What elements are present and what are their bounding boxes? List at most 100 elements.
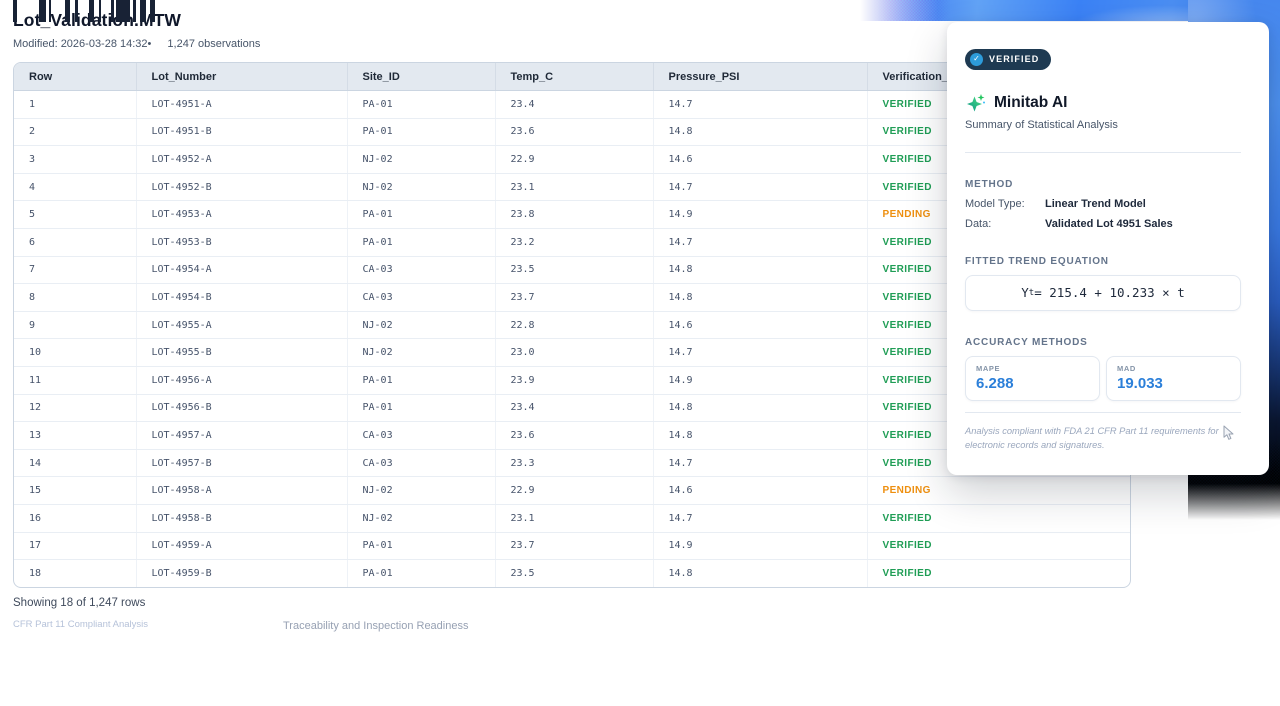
cell-site_id: NJ-02 — [347, 504, 495, 532]
cell-pressure_psi: 14.8 — [653, 422, 867, 450]
metric-card-mape: MAPE6.288 — [965, 356, 1100, 401]
cell-verification_status: PENDING — [867, 477, 1130, 505]
traceability-label: Traceability and Inspection Readiness — [283, 620, 468, 632]
cell-row: 15 — [14, 477, 136, 505]
cfr-compliance-label: CFR Part 11 Compliant Analysis — [13, 619, 148, 630]
cell-pressure_psi: 14.9 — [653, 366, 867, 394]
metric-value: 19.033 — [1117, 375, 1230, 392]
table-row[interactable]: 16LOT-4958-BNJ-0223.114.7VERIFIED — [14, 504, 1130, 532]
cell-lot_number: LOT-4956-A — [136, 366, 347, 394]
cell-verification_status: VERIFIED — [867, 504, 1130, 532]
cell-row: 18 — [14, 560, 136, 587]
cell-lot_number: LOT-4951-B — [136, 118, 347, 146]
column-header-pressure_psi[interactable]: Pressure_PSI — [653, 63, 867, 91]
cell-pressure_psi: 14.8 — [653, 560, 867, 587]
cell-pressure_psi: 14.8 — [653, 394, 867, 422]
cell-lot_number: LOT-4953-B — [136, 228, 347, 256]
cell-row: 5 — [14, 201, 136, 229]
cell-lot_number: LOT-4956-B — [136, 394, 347, 422]
cell-temp_c: 22.9 — [495, 477, 653, 505]
cell-site_id: NJ-02 — [347, 173, 495, 201]
cell-lot_number: LOT-4958-A — [136, 477, 347, 505]
cursor-icon — [1222, 425, 1236, 441]
table-row[interactable]: 18LOT-4959-BPA-0123.514.8VERIFIED — [14, 560, 1130, 587]
cell-verification_status: VERIFIED — [867, 532, 1130, 560]
cell-temp_c: 22.8 — [495, 311, 653, 339]
method-section-heading: METHOD — [965, 179, 1241, 190]
cell-site_id: PA-01 — [347, 91, 495, 119]
cell-temp_c: 23.2 — [495, 228, 653, 256]
cell-site_id: NJ-02 — [347, 339, 495, 367]
cell-row: 16 — [14, 504, 136, 532]
cell-temp_c: 23.7 — [495, 532, 653, 560]
cell-pressure_psi: 14.7 — [653, 339, 867, 367]
cell-pressure_psi: 14.7 — [653, 173, 867, 201]
cell-site_id: PA-01 — [347, 560, 495, 587]
cell-lot_number: LOT-4955-B — [136, 339, 347, 367]
cell-site_id: NJ-02 — [347, 311, 495, 339]
cell-temp_c: 23.4 — [495, 91, 653, 119]
cell-pressure_psi: 14.9 — [653, 201, 867, 229]
row-count-status: Showing 18 of 1,247 rows — [13, 597, 145, 609]
cell-site_id: CA-03 — [347, 284, 495, 312]
cell-site_id: CA-03 — [347, 422, 495, 450]
cell-lot_number: LOT-4952-B — [136, 173, 347, 201]
data-source-label: Data: — [965, 218, 1045, 230]
cell-row: 2 — [14, 118, 136, 146]
cell-pressure_psi: 14.7 — [653, 449, 867, 477]
metric-value: 6.288 — [976, 375, 1089, 392]
cell-lot_number: LOT-4957-B — [136, 449, 347, 477]
cell-site_id: CA-03 — [347, 449, 495, 477]
cell-pressure_psi: 14.9 — [653, 532, 867, 560]
table-row[interactable]: 17LOT-4959-APA-0123.714.9VERIFIED — [14, 532, 1130, 560]
cell-pressure_psi: 14.8 — [653, 118, 867, 146]
cell-lot_number: LOT-4958-B — [136, 504, 347, 532]
cell-lot_number: LOT-4959-A — [136, 532, 347, 560]
observations-count: 1,247 observations — [167, 38, 260, 50]
cell-temp_c: 22.9 — [495, 146, 653, 174]
cell-verification_status: VERIFIED — [867, 560, 1130, 587]
cell-pressure_psi: 14.6 — [653, 146, 867, 174]
sparkle-icon — [965, 93, 986, 114]
file-meta: Modified: 2026-03-28 14:32• 1,247 observ… — [13, 38, 260, 50]
cell-site_id: PA-01 — [347, 532, 495, 560]
cell-site_id: PA-01 — [347, 118, 495, 146]
verified-badge-label: VERIFIED — [989, 54, 1039, 64]
cell-pressure_psi: 14.8 — [653, 256, 867, 284]
equation-section-heading: FITTED TREND EQUATION — [965, 256, 1241, 267]
modified-timestamp: Modified: 2026-03-28 14:32• — [13, 38, 151, 50]
cell-temp_c: 23.0 — [495, 339, 653, 367]
cell-lot_number: LOT-4953-A — [136, 201, 347, 229]
cell-temp_c: 23.1 — [495, 504, 653, 532]
cell-temp_c: 23.6 — [495, 422, 653, 450]
column-header-temp_c[interactable]: Temp_C — [495, 63, 653, 91]
metric-card-mad: MAD19.033 — [1106, 356, 1241, 401]
column-header-lot_number[interactable]: Lot_Number — [136, 63, 347, 91]
cell-site_id: CA-03 — [347, 256, 495, 284]
cell-row: 8 — [14, 284, 136, 312]
cell-temp_c: 23.4 — [495, 394, 653, 422]
cell-row: 4 — [14, 173, 136, 201]
cell-lot_number: LOT-4954-A — [136, 256, 347, 284]
cell-row: 3 — [14, 146, 136, 174]
cell-temp_c: 23.9 — [495, 366, 653, 394]
column-header-row[interactable]: Row — [14, 63, 136, 91]
cell-site_id: NJ-02 — [347, 146, 495, 174]
cell-temp_c: 23.6 — [495, 118, 653, 146]
divider — [965, 412, 1241, 413]
column-header-site_id[interactable]: Site_ID — [347, 63, 495, 91]
data-source-row: Data: Validated Lot 4951 Sales — [965, 218, 1241, 230]
model-type-value: Linear Trend Model — [1045, 198, 1146, 210]
cell-row: 10 — [14, 339, 136, 367]
cell-row: 12 — [14, 394, 136, 422]
cell-site_id: PA-01 — [347, 201, 495, 229]
cell-row: 6 — [14, 228, 136, 256]
cell-lot_number: LOT-4957-A — [136, 422, 347, 450]
cell-pressure_psi: 14.8 — [653, 284, 867, 312]
cell-pressure_psi: 14.6 — [653, 311, 867, 339]
cell-lot_number: LOT-4955-A — [136, 311, 347, 339]
cell-temp_c: 23.8 — [495, 201, 653, 229]
cell-site_id: PA-01 — [347, 394, 495, 422]
table-row[interactable]: 15LOT-4958-ANJ-0222.914.6PENDING — [14, 477, 1130, 505]
ai-panel-subtitle: Summary of Statistical Analysis — [965, 119, 1241, 131]
